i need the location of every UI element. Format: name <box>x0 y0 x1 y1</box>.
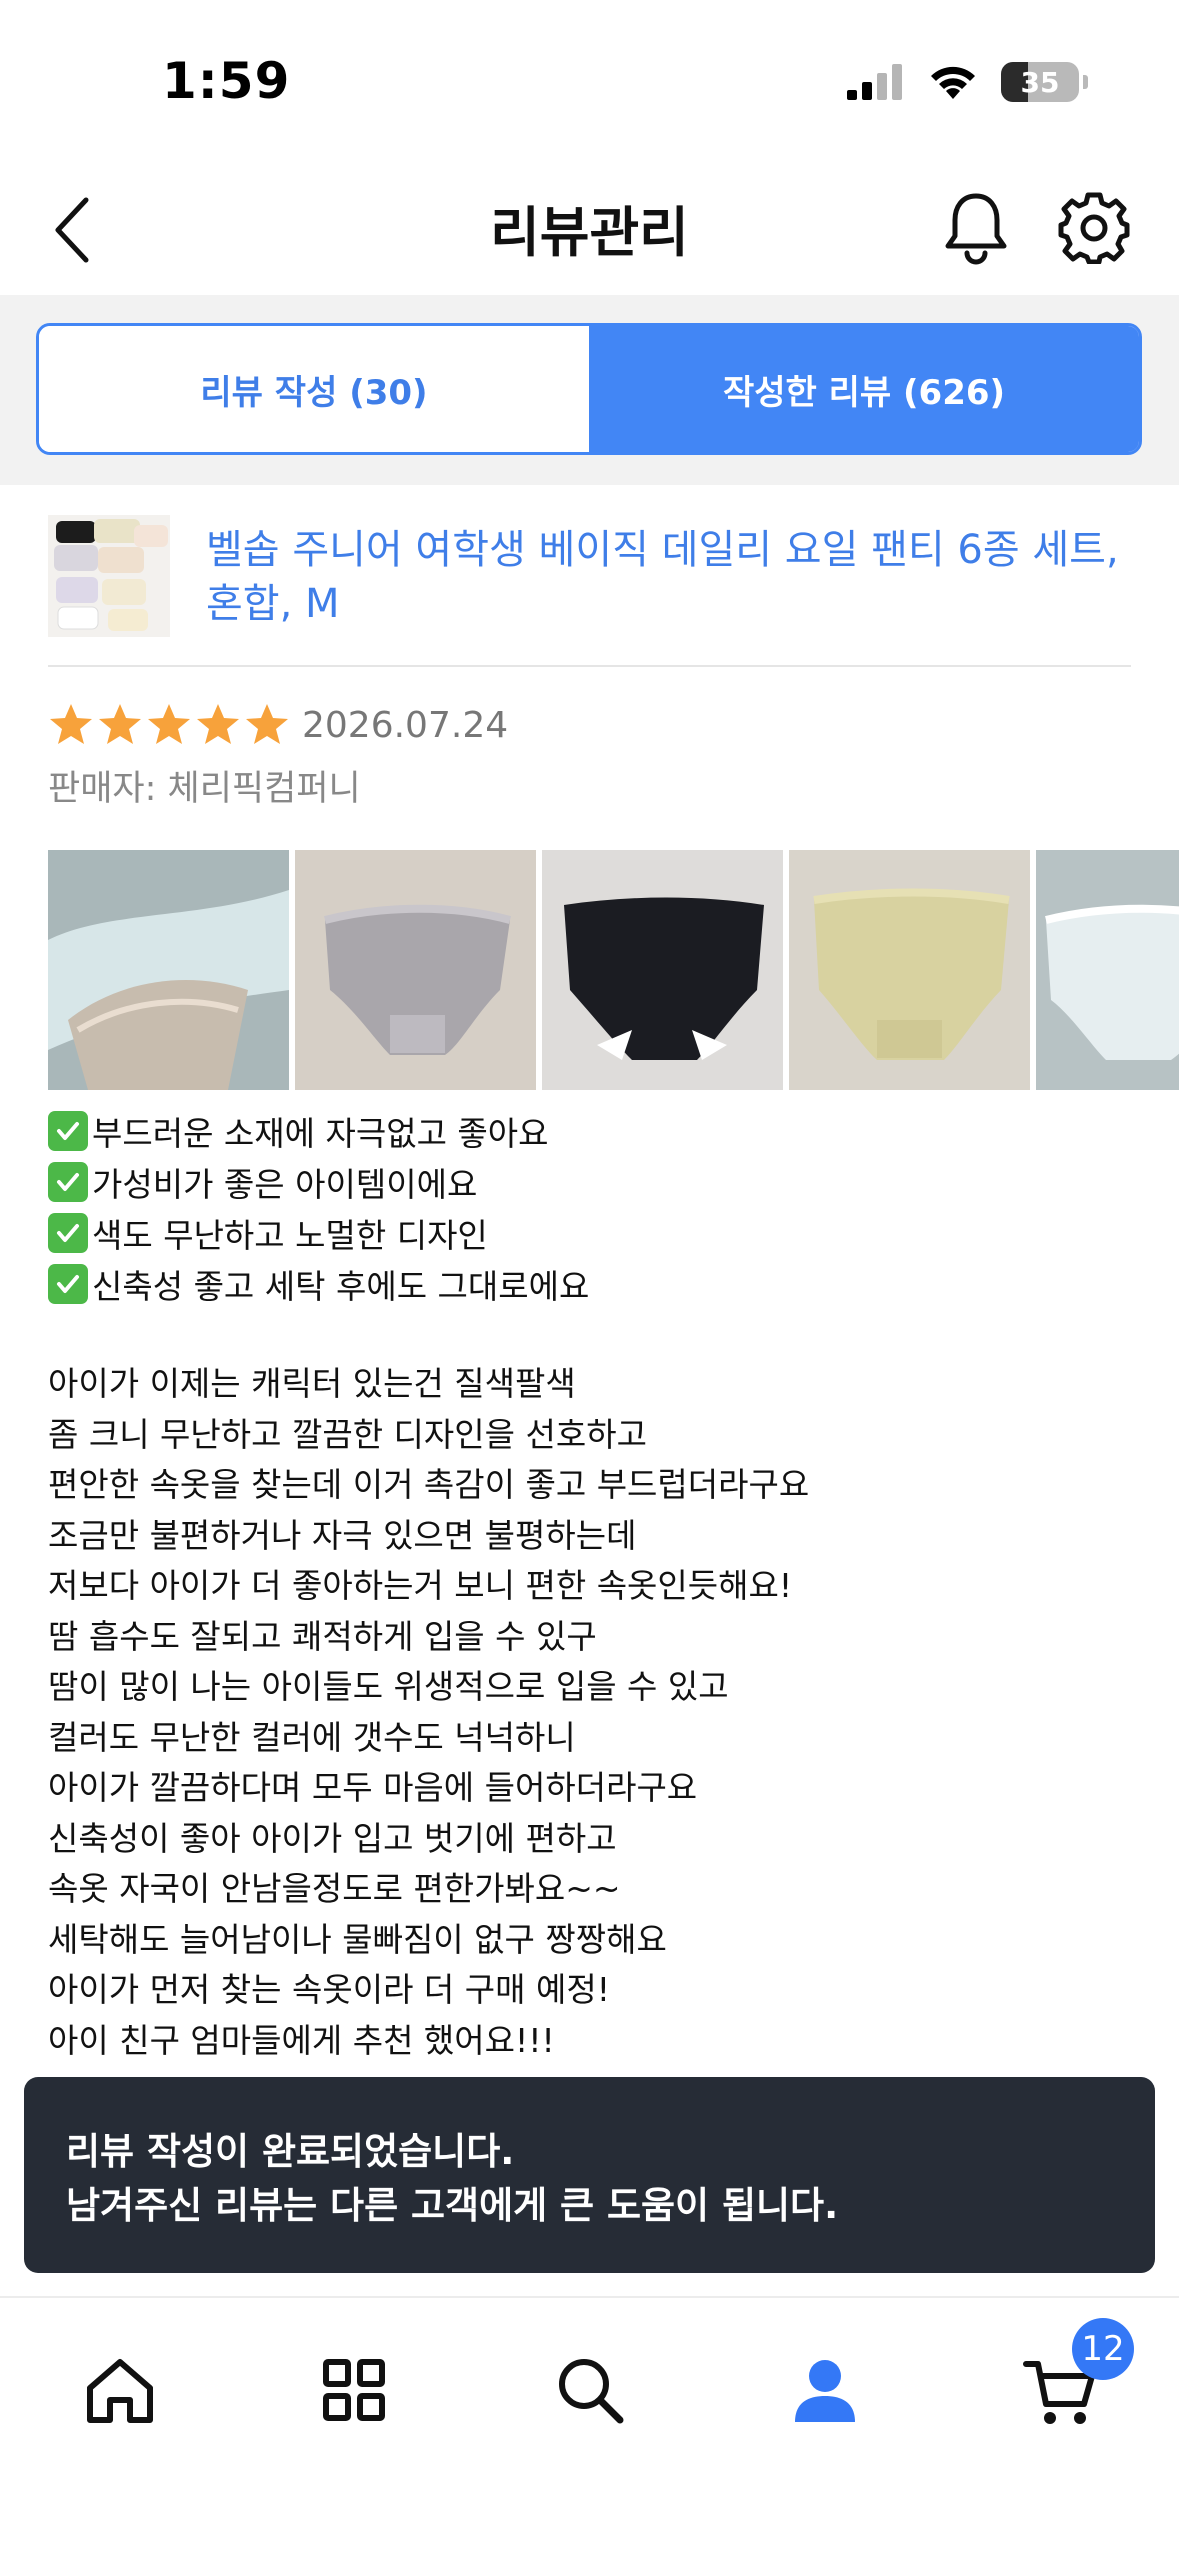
highlight-text: 색도 무난하고 노멀한 디자인 <box>92 1215 488 1255</box>
review-photo[interactable] <box>789 850 1030 1090</box>
status-time: 1:59 <box>162 52 291 110</box>
highlight-item: 색도 무난하고 노멀한 디자인 <box>48 1207 1138 1258</box>
review-text-line: 땀이 많이 나는 아이들도 위생적으로 입을 수 있고 <box>48 1667 729 1706</box>
categories-icon[interactable] <box>314 2350 394 2430</box>
review-text-line: 신축성이 좋아 아이가 입고 벗기에 편하고 <box>48 1818 617 1858</box>
review-photo[interactable] <box>1036 850 1179 1090</box>
cart-count-badge: 12 <box>1072 2318 1134 2380</box>
star-icon <box>50 704 92 744</box>
review-tabs: 리뷰 작성 (30) 작성한 리뷰 (626) <box>36 323 1142 455</box>
tab-written-reviews[interactable]: 작성한 리뷰 (626) <box>589 326 1139 452</box>
search-icon[interactable] <box>550 2350 630 2430</box>
home-icon[interactable] <box>80 2350 160 2430</box>
header: 리뷰관리 <box>0 160 1179 295</box>
highlight-text: 부드러운 소재에 자극없고 좋아요 <box>92 1113 549 1153</box>
check-mark-icon <box>48 1161 88 1202</box>
tabs-area: 리뷰 작성 (30) 작성한 리뷰 (626) <box>0 295 1179 485</box>
seller-name: 판매자: 체리픽컴퍼니 <box>48 769 361 809</box>
my-page-icon[interactable] <box>785 2350 865 2430</box>
battery-icon: 35 <box>1001 62 1088 102</box>
toast-line-2: 남겨주신 리뷰는 다른 고객에게 큰 도움이 됩니다. <box>66 2184 839 2227</box>
toast-line-1: 리뷰 작성이 완료되었습니다. <box>66 2130 515 2173</box>
cellular-signal-icon <box>847 64 902 100</box>
tab-write-review[interactable]: 리뷰 작성 (30) <box>39 326 589 452</box>
toast-message: 리뷰 작성이 완료되었습니다. 남겨주신 리뷰는 다른 고객에게 큰 도움이 됩… <box>24 2077 1155 2273</box>
review-text-line: 조금만 불편하거나 자극 있으면 불평하는데 <box>48 1515 637 1555</box>
highlight-item: 부드러운 소재에 자극없고 좋아요 <box>48 1105 1138 1156</box>
highlight-item: 신축성 좋고 세탁 후에도 그대로에요 <box>48 1258 1138 1309</box>
bottom-nav <box>0 2296 1179 2556</box>
review-body: 부드러운 소재에 자극없고 좋아요 가성비가 좋은 아이템이에요 색도 무난하고… <box>48 1105 1138 2066</box>
product-info[interactable]: 벨솝 주니어 여학생 베이직 데일리 요일 팬티 6종 세트, 혼합, M <box>48 515 1131 667</box>
highlight-text: 신축성 좋고 세탁 후에도 그대로에요 <box>92 1266 590 1306</box>
rating-row: 2026.07.24 <box>48 697 508 753</box>
review-text-line: 편안한 속옷을 찾는데 이거 촉감이 좋고 부드럽더라구요 <box>48 1465 810 1504</box>
product-thumbnail[interactable] <box>48 515 170 637</box>
star-rating <box>48 702 290 748</box>
review-date: 2026.07.24 <box>302 704 509 746</box>
review-text-line: 아이가 먼저 찾는 속옷이라 더 구매 예정! <box>48 1970 610 2009</box>
highlight-item: 가성비가 좋은 아이템이에요 <box>48 1156 1138 1207</box>
review-text-line: 속옷 자국이 안남을정도로 편한가봐요~~ <box>48 1869 621 1908</box>
status-bar: 1:59 35 <box>0 0 1179 160</box>
review-text-line: 아이가 깔끔하다며 모두 마음에 들어하더라구요 <box>48 1768 698 1807</box>
review-photo[interactable] <box>542 850 783 1090</box>
review-text-line: 저보다 아이가 더 좋아하는거 보니 편한 속옷인듯해요! <box>48 1566 793 1605</box>
review-text-line: 세탁해도 늘어남이나 물빠짐이 없구 짱짱해요 <box>48 1919 667 1959</box>
review-text-line: 컬러도 무난한 컬러에 갯수도 넉넉하니 <box>48 1717 576 1757</box>
star-icon <box>99 704 141 744</box>
wifi-icon <box>931 66 975 99</box>
product-name[interactable]: 벨솝 주니어 여학생 베이직 데일리 요일 팬티 6종 세트, 혼합, M <box>206 523 1126 631</box>
highlight-text: 가성비가 좋은 아이템이에요 <box>92 1164 478 1204</box>
check-mark-icon <box>48 1110 88 1151</box>
review-text-line: 땀 흡수도 잘되고 쾌적하게 입을 수 있구 <box>48 1616 597 1656</box>
bell-icon[interactable] <box>940 190 1012 266</box>
review-text-line: 아이 친구 엄마들에게 추천 했어요!!! <box>48 2020 555 2060</box>
review-text-line: 좀 크니 무난하고 깔끔한 디자인을 선호하고 <box>48 1414 647 1454</box>
status-icons: 35 <box>847 62 1088 102</box>
review-text-line: 아이가 이제는 캐릭터 있는건 질색팔색 <box>48 1364 576 1403</box>
check-mark-icon <box>48 1263 88 1304</box>
gear-icon[interactable] <box>1058 192 1130 264</box>
star-icon <box>148 704 190 744</box>
review-photo[interactable] <box>295 850 536 1090</box>
review-photo[interactable] <box>48 850 289 1090</box>
battery-level: 35 <box>1020 65 1060 99</box>
divider <box>48 665 1131 667</box>
star-icon <box>197 704 239 744</box>
review-photo-strip[interactable] <box>48 850 1179 1090</box>
star-icon <box>246 704 288 744</box>
check-mark-icon <box>48 1212 88 1253</box>
